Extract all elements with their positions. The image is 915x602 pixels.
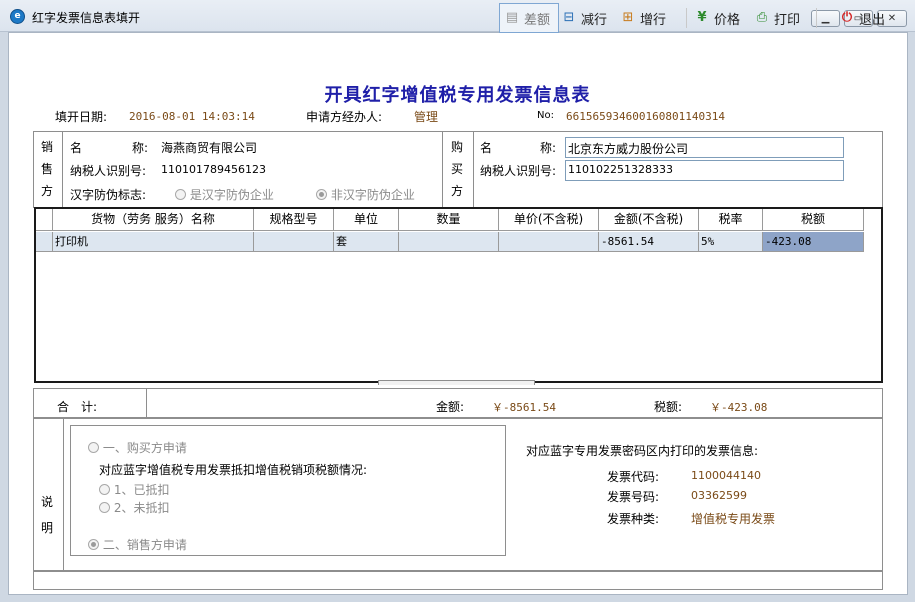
radio-icon	[88, 442, 99, 453]
row-selector[interactable]	[36, 232, 53, 252]
exit-button[interactable]: ⏻ 退出	[839, 3, 885, 33]
divider	[146, 388, 147, 418]
seller-side-char: 售	[40, 162, 53, 176]
cell-unit[interactable]: 套	[334, 232, 399, 252]
buyer-side-char: 购	[450, 140, 463, 154]
radio-icon	[99, 502, 110, 513]
printer-icon: ⎙	[756, 10, 768, 25]
price-button[interactable]: ¥ 价格	[694, 3, 740, 33]
diff-label: 差额	[524, 12, 551, 28]
deducted-label: 1、已抵扣	[113, 483, 170, 497]
total-tax-label: 税额:	[654, 400, 683, 414]
anti-fake-yes-option[interactable]: 是汉字防伪企业	[175, 186, 274, 203]
total-amount-label: 金额:	[436, 400, 465, 414]
power-icon: ⏻	[841, 10, 853, 25]
toolbar	[8, 37, 907, 77]
buyer-apply-label: 一、购买方申请	[102, 441, 187, 455]
anti-fake-no-option[interactable]: 非汉字防伪企业	[316, 186, 415, 203]
window-title: 红字发票信息表填开	[32, 11, 141, 25]
invoice-type-label: 发票种类:	[607, 512, 660, 526]
print-button[interactable]: ⎙ 打印	[754, 3, 800, 33]
add-row-icon: ⊞	[622, 10, 634, 25]
serial-no-value: 661565934600160801140314	[566, 110, 725, 123]
grid-splitter[interactable]	[378, 380, 535, 385]
buyer-side-char: 方	[450, 184, 463, 198]
blue-invoice-info-title: 对应蓝字专用发票密码区内打印的发票信息:	[526, 444, 759, 458]
cell-unit-price[interactable]	[499, 232, 599, 252]
anti-fake-yes-label: 是汉字防伪企业	[189, 188, 274, 202]
buyer-side-char: 买	[450, 162, 463, 176]
exit-label: 退出	[859, 12, 886, 28]
price-label: 价格	[714, 12, 741, 28]
anti-fake-no-label: 非汉字防伪企业	[330, 188, 415, 202]
divider	[473, 131, 474, 208]
seller-apply-label: 二、销售方申请	[102, 538, 187, 552]
operator-value: 管理	[414, 110, 439, 124]
divider	[62, 131, 63, 208]
increase-row-label: 增行	[640, 12, 667, 28]
radio-selected-icon	[316, 189, 327, 200]
seller-name-value: 海燕商贸有限公司	[161, 141, 258, 155]
invoice-type-value: 增值税专用发票	[691, 512, 776, 526]
cell-tax-rate[interactable]: 5%	[699, 232, 763, 252]
date-value: 2016-08-01 14:03:14	[129, 110, 255, 123]
invoice-number-value: 03362599	[691, 489, 747, 502]
anti-fake-label: 汉字防伪标志:	[70, 188, 147, 202]
invoice-code-value: 1100044140	[691, 469, 761, 482]
seller-apply-option[interactable]: 二、销售方申请	[88, 536, 187, 553]
cell-goods-name[interactable]: 打印机	[53, 232, 254, 252]
invoice-code-label: 发票代码:	[607, 470, 660, 484]
toolbar-divider	[686, 8, 687, 28]
total-amount-value: ￥-8561.54	[492, 401, 556, 414]
radio-selected-icon	[88, 539, 99, 550]
table-row[interactable]: 打印机 套 -8561.54 5% -423.08	[36, 209, 881, 254]
serial-no-label: No:	[537, 110, 554, 121]
cell-amount[interactable]: -8561.54	[599, 232, 699, 252]
radio-icon	[175, 189, 186, 200]
divider	[63, 418, 64, 571]
decrease-row-button[interactable]: ⊟ 减行	[561, 3, 607, 33]
radio-icon	[99, 484, 110, 495]
not-deducted-label: 2、未抵扣	[113, 501, 170, 515]
invoice-number-label: 发票号码:	[607, 490, 660, 504]
date-label: 填开日期:	[55, 110, 108, 124]
remove-row-icon: ⊟	[563, 10, 575, 25]
remarks-side-char: 说	[40, 495, 53, 509]
buyer-name-field[interactable]: 北京东方威力股份公司	[565, 137, 844, 158]
seller-side-char: 方	[40, 184, 53, 198]
divider	[442, 131, 443, 208]
seller-tax-id-label: 纳税人识别号:	[70, 164, 147, 178]
cell-quantity[interactable]	[399, 232, 499, 252]
print-label: 打印	[774, 12, 801, 28]
diff-icon: ▤	[505, 10, 519, 25]
buyer-apply-option[interactable]: 一、购买方申请	[88, 439, 187, 456]
price-tag-icon: ¥	[697, 10, 707, 25]
cell-spec[interactable]	[254, 232, 334, 252]
toolbar-divider	[816, 8, 817, 28]
decrease-row-label: 减行	[581, 12, 608, 28]
seller-tax-id-value: 110101789456123	[161, 163, 266, 176]
not-deducted-option[interactable]: 2、未抵扣	[99, 499, 169, 516]
status-strip	[33, 571, 883, 590]
operator-label: 申请方经办人:	[306, 110, 383, 124]
increase-row-button[interactable]: ⊞ 增行	[620, 3, 666, 33]
buyer-side-label: 购 买 方	[444, 136, 470, 202]
form-title: 开具红字增值税专用发票信息表	[324, 85, 591, 106]
remarks-side-label: 说 明	[34, 489, 60, 541]
totals-label: 合计:	[57, 400, 98, 414]
deducted-option[interactable]: 1、已抵扣	[99, 481, 169, 498]
buyer-tax-id-label: 纳税人识别号:	[480, 164, 557, 178]
seller-side-char: 销	[40, 140, 53, 154]
cell-tax-amount[interactable]: -423.08	[763, 232, 864, 252]
seller-name-label: 名称:	[70, 141, 149, 155]
remarks-side-char: 明	[40, 521, 53, 535]
seller-side-label: 销 售 方	[34, 136, 60, 202]
buyer-tax-id-field[interactable]: 110102251328333	[565, 160, 844, 181]
diff-button[interactable]: ▤ 差额	[499, 3, 559, 33]
total-tax-value: ￥-423.08	[710, 401, 768, 414]
buyer-name-label: 名称:	[480, 141, 557, 155]
deduct-question: 对应蓝字增值税专用发票抵扣增值税销项税额情况:	[99, 463, 368, 477]
app-logo-icon: e	[10, 9, 25, 24]
